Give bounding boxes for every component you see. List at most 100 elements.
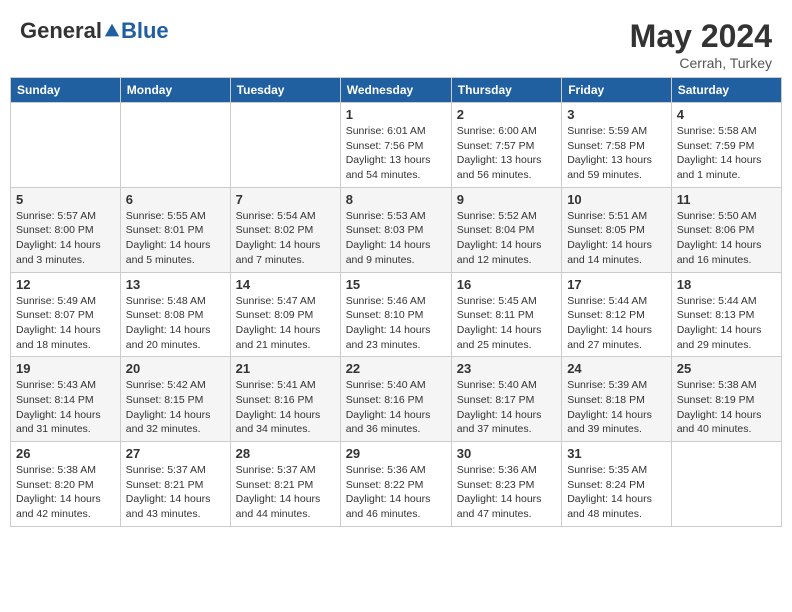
calendar-cell bbox=[671, 442, 781, 527]
day-info: Sunrise: 5:52 AMSunset: 8:04 PMDaylight:… bbox=[457, 209, 556, 268]
day-info: Sunrise: 5:41 AMSunset: 8:16 PMDaylight:… bbox=[236, 378, 335, 437]
day-info: Sunrise: 5:50 AMSunset: 8:06 PMDaylight:… bbox=[677, 209, 776, 268]
calendar-cell: 20 Sunrise: 5:42 AMSunset: 8:15 PMDayligh… bbox=[120, 357, 230, 442]
day-number: 10 bbox=[567, 192, 666, 207]
day-number: 16 bbox=[457, 277, 556, 292]
day-info: Sunrise: 5:47 AMSunset: 8:09 PMDaylight:… bbox=[236, 294, 335, 353]
weekday-header-wednesday: Wednesday bbox=[340, 78, 451, 103]
day-number: 17 bbox=[567, 277, 666, 292]
month-year-title: May 2024 bbox=[630, 18, 772, 55]
day-number: 19 bbox=[16, 361, 115, 376]
day-number: 25 bbox=[677, 361, 776, 376]
calendar-cell: 17 Sunrise: 5:44 AMSunset: 8:12 PMDayligh… bbox=[562, 272, 672, 357]
day-info: Sunrise: 6:00 AMSunset: 7:57 PMDaylight:… bbox=[457, 124, 556, 183]
day-info: Sunrise: 6:01 AMSunset: 7:56 PMDaylight:… bbox=[346, 124, 446, 183]
calendar-cell: 28Sunrise: 5:37 AMSunset: 8:21 PMDayligh… bbox=[230, 442, 340, 527]
day-info: Sunrise: 5:59 AMSunset: 7:58 PMDaylight:… bbox=[567, 124, 666, 183]
calendar-cell: 14 Sunrise: 5:47 AMSunset: 8:09 PMDayligh… bbox=[230, 272, 340, 357]
calendar-cell: 24 Sunrise: 5:39 AMSunset: 8:18 PMDayligh… bbox=[562, 357, 672, 442]
day-number: 7 bbox=[236, 192, 335, 207]
day-number: 4 bbox=[677, 107, 776, 122]
day-info: Sunrise: 5:51 AMSunset: 8:05 PMDaylight:… bbox=[567, 209, 666, 268]
calendar-cell bbox=[230, 103, 340, 188]
calendar-cell: 3 Sunrise: 5:59 AMSunset: 7:58 PMDaylight… bbox=[562, 103, 672, 188]
day-info: Sunrise: 5:58 AMSunset: 7:59 PMDaylight:… bbox=[677, 124, 776, 183]
day-info: Sunrise: 5:42 AMSunset: 8:15 PMDaylight:… bbox=[126, 378, 225, 437]
day-number: 21 bbox=[236, 361, 335, 376]
day-number: 31 bbox=[567, 446, 666, 461]
calendar-cell: 1 Sunrise: 6:01 AMSunset: 7:56 PMDaylight… bbox=[340, 103, 451, 188]
calendar-cell: 11 Sunrise: 5:50 AMSunset: 8:06 PMDayligh… bbox=[671, 187, 781, 272]
day-info: Sunrise: 5:45 AMSunset: 8:11 PMDaylight:… bbox=[457, 294, 556, 353]
day-number: 14 bbox=[236, 277, 335, 292]
weekday-header-monday: Monday bbox=[120, 78, 230, 103]
day-number: 28 bbox=[236, 446, 335, 461]
calendar-cell: 5 Sunrise: 5:57 AMSunset: 8:00 PMDaylight… bbox=[11, 187, 121, 272]
day-number: 12 bbox=[16, 277, 115, 292]
calendar-cell: 13 Sunrise: 5:48 AMSunset: 8:08 PMDayligh… bbox=[120, 272, 230, 357]
day-number: 13 bbox=[126, 277, 225, 292]
day-number: 8 bbox=[346, 192, 446, 207]
calendar-cell: 2 Sunrise: 6:00 AMSunset: 7:57 PMDaylight… bbox=[451, 103, 561, 188]
calendar-week-row: 19 Sunrise: 5:43 AMSunset: 8:14 PMDayligh… bbox=[11, 357, 782, 442]
calendar-cell: 10 Sunrise: 5:51 AMSunset: 8:05 PMDayligh… bbox=[562, 187, 672, 272]
calendar-cell: 9Sunrise: 5:52 AMSunset: 8:04 PMDaylight… bbox=[451, 187, 561, 272]
day-number: 26 bbox=[16, 446, 115, 461]
calendar-cell: 27 Sunrise: 5:37 AMSunset: 8:21 PMDayligh… bbox=[120, 442, 230, 527]
day-info: Sunrise: 5:46 AMSunset: 8:10 PMDaylight:… bbox=[346, 294, 446, 353]
calendar-week-row: 26 Sunrise: 5:38 AMSunset: 8:20 PMDayligh… bbox=[11, 442, 782, 527]
calendar-cell: 29 Sunrise: 5:36 AMSunset: 8:22 PMDayligh… bbox=[340, 442, 451, 527]
day-number: 27 bbox=[126, 446, 225, 461]
day-info: Sunrise: 5:57 AMSunset: 8:00 PMDaylight:… bbox=[16, 209, 115, 268]
calendar-cell: 19 Sunrise: 5:43 AMSunset: 8:14 PMDayligh… bbox=[11, 357, 121, 442]
day-number: 5 bbox=[16, 192, 115, 207]
day-number: 6 bbox=[126, 192, 225, 207]
day-info: Sunrise: 5:44 AMSunset: 8:12 PMDaylight:… bbox=[567, 294, 666, 353]
weekday-header-tuesday: Tuesday bbox=[230, 78, 340, 103]
calendar-cell: 18Sunrise: 5:44 AMSunset: 8:13 PMDayligh… bbox=[671, 272, 781, 357]
weekday-header-saturday: Saturday bbox=[671, 78, 781, 103]
calendar-cell: 16 Sunrise: 5:45 AMSunset: 8:11 PMDayligh… bbox=[451, 272, 561, 357]
day-number: 11 bbox=[677, 192, 776, 207]
calendar-cell: 8 Sunrise: 5:53 AMSunset: 8:03 PMDaylight… bbox=[340, 187, 451, 272]
day-number: 24 bbox=[567, 361, 666, 376]
page-header: General Blue May 2024 Cerrah, Turkey bbox=[10, 10, 782, 77]
day-info: Sunrise: 5:49 AMSunset: 8:07 PMDaylight:… bbox=[16, 294, 115, 353]
calendar-cell: 6 Sunrise: 5:55 AMSunset: 8:01 PMDaylight… bbox=[120, 187, 230, 272]
calendar-header-row: SundayMondayTuesdayWednesdayThursdayFrid… bbox=[11, 78, 782, 103]
day-info: Sunrise: 5:55 AMSunset: 8:01 PMDaylight:… bbox=[126, 209, 225, 268]
calendar-cell: 30Sunrise: 5:36 AMSunset: 8:23 PMDayligh… bbox=[451, 442, 561, 527]
day-info: Sunrise: 5:53 AMSunset: 8:03 PMDaylight:… bbox=[346, 209, 446, 268]
weekday-header-friday: Friday bbox=[562, 78, 672, 103]
day-info: Sunrise: 5:43 AMSunset: 8:14 PMDaylight:… bbox=[16, 378, 115, 437]
day-info: Sunrise: 5:40 AMSunset: 8:16 PMDaylight:… bbox=[346, 378, 446, 437]
day-info: Sunrise: 5:40 AMSunset: 8:17 PMDaylight:… bbox=[457, 378, 556, 437]
day-number: 1 bbox=[346, 107, 446, 122]
day-number: 3 bbox=[567, 107, 666, 122]
day-info: Sunrise: 5:39 AMSunset: 8:18 PMDaylight:… bbox=[567, 378, 666, 437]
logo-icon bbox=[103, 22, 121, 40]
calendar-week-row: 5 Sunrise: 5:57 AMSunset: 8:00 PMDaylight… bbox=[11, 187, 782, 272]
calendar-cell bbox=[11, 103, 121, 188]
calendar-cell: 7Sunrise: 5:54 AMSunset: 8:02 PMDaylight… bbox=[230, 187, 340, 272]
calendar-cell: 21 Sunrise: 5:41 AMSunset: 8:16 PMDayligh… bbox=[230, 357, 340, 442]
location-subtitle: Cerrah, Turkey bbox=[630, 55, 772, 71]
calendar-cell: 23 Sunrise: 5:40 AMSunset: 8:17 PMDayligh… bbox=[451, 357, 561, 442]
calendar-cell: 12 Sunrise: 5:49 AMSunset: 8:07 PMDayligh… bbox=[11, 272, 121, 357]
calendar-cell: 31Sunrise: 5:35 AMSunset: 8:24 PMDayligh… bbox=[562, 442, 672, 527]
calendar-week-row: 1 Sunrise: 6:01 AMSunset: 7:56 PMDaylight… bbox=[11, 103, 782, 188]
day-number: 29 bbox=[346, 446, 446, 461]
calendar-cell: 25Sunrise: 5:38 AMSunset: 8:19 PMDayligh… bbox=[671, 357, 781, 442]
logo-blue-text: Blue bbox=[121, 18, 169, 44]
day-info: Sunrise: 5:38 AMSunset: 8:20 PMDaylight:… bbox=[16, 463, 115, 522]
day-info: Sunrise: 5:48 AMSunset: 8:08 PMDaylight:… bbox=[126, 294, 225, 353]
day-info: Sunrise: 5:36 AMSunset: 8:22 PMDaylight:… bbox=[346, 463, 446, 522]
calendar-cell: 4 Sunrise: 5:58 AMSunset: 7:59 PMDaylight… bbox=[671, 103, 781, 188]
day-number: 20 bbox=[126, 361, 225, 376]
day-info: Sunrise: 5:37 AMSunset: 8:21 PMDaylight:… bbox=[126, 463, 225, 522]
day-info: Sunrise: 5:36 AMSunset: 8:23 PMDaylight:… bbox=[457, 463, 556, 522]
day-number: 2 bbox=[457, 107, 556, 122]
day-number: 23 bbox=[457, 361, 556, 376]
calendar-cell: 22Sunrise: 5:40 AMSunset: 8:16 PMDayligh… bbox=[340, 357, 451, 442]
calendar-cell: 15Sunrise: 5:46 AMSunset: 8:10 PMDayligh… bbox=[340, 272, 451, 357]
